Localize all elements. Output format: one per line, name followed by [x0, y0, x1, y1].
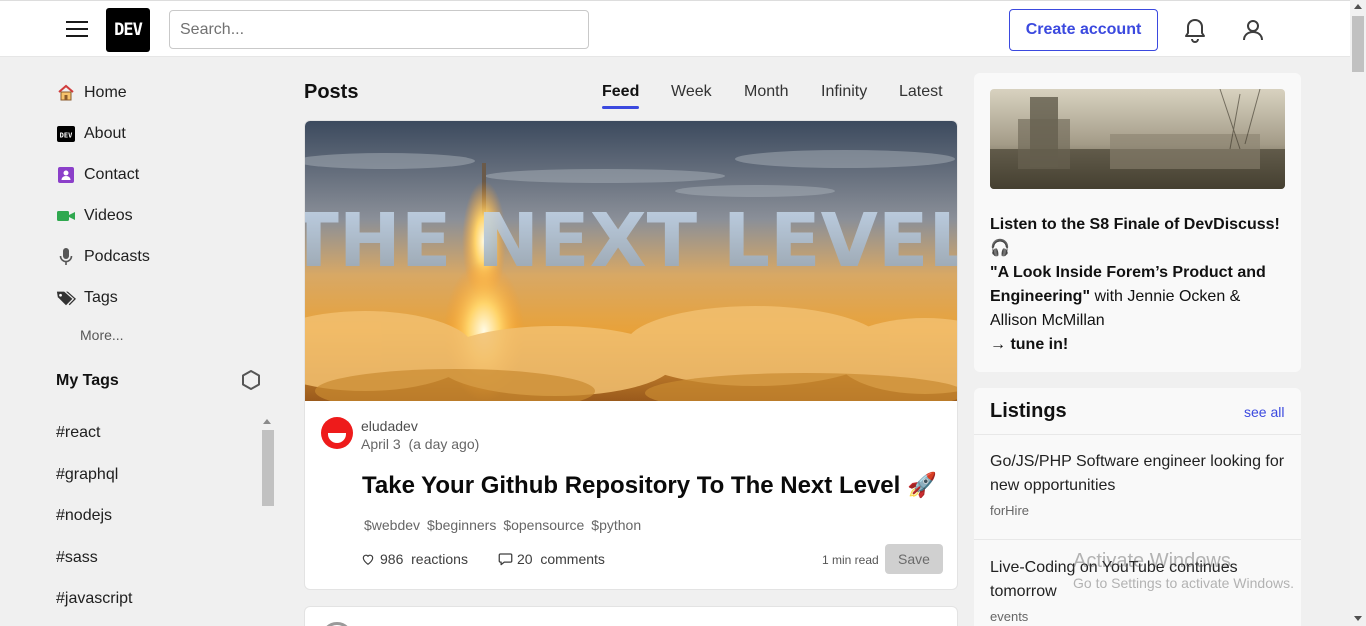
- post-tags: $webdev $beginners $opensource $python: [364, 517, 641, 533]
- heart-icon: [362, 554, 374, 565]
- post-tag[interactable]: $python: [591, 517, 641, 533]
- tab-infinity[interactable]: Infinity: [821, 83, 867, 101]
- author-avatar[interactable]: [321, 417, 353, 449]
- microphone-icon: [56, 247, 76, 267]
- tab-feed[interactable]: Feed: [602, 83, 640, 109]
- bell-icon[interactable]: [1179, 14, 1211, 46]
- promo-headline[interactable]: Listen to the S8 Finale of DevDiscuss!: [990, 216, 1280, 233]
- dev-logo-icon: DEV: [56, 124, 76, 144]
- video-camera-icon: [56, 206, 76, 226]
- svg-text:DEV: DEV: [60, 132, 73, 140]
- listing-category[interactable]: events: [990, 609, 1028, 624]
- comment-icon: [498, 553, 513, 566]
- house-icon: [56, 83, 76, 103]
- scroll-up-arrow-icon[interactable]: [1354, 4, 1362, 9]
- promo-card[interactable]: Listen to the S8 Finale of DevDiscuss! 🎧…: [974, 73, 1301, 372]
- listing-title[interactable]: Go/JS/PHP Software engineer looking for …: [990, 450, 1290, 498]
- search-input[interactable]: [169, 10, 589, 49]
- post-title[interactable]: Take Your Github Repository To The Next …: [362, 471, 937, 500]
- sidebar-item-label: Videos: [84, 207, 133, 224]
- tune-in-link[interactable]: → tune in!: [990, 336, 1068, 353]
- watermark-line2: Go to Settings to activate Windows.: [1073, 575, 1294, 591]
- tab-week[interactable]: Week: [671, 83, 712, 101]
- my-tags-heading: My Tags: [56, 372, 119, 389]
- tab-latest[interactable]: Latest: [899, 83, 943, 101]
- tab-month[interactable]: Month: [744, 83, 788, 101]
- sidebar-item-tags[interactable]: Tags: [56, 283, 118, 313]
- author-name[interactable]: eludadev: [361, 418, 418, 434]
- sidebar-item-label: Home: [84, 84, 127, 101]
- sidebar-item-videos[interactable]: Videos: [56, 201, 133, 231]
- sidebar-item-podcasts[interactable]: Podcasts: [56, 242, 150, 272]
- promo-text: Listen to the S8 Finale of DevDiscuss! 🎧…: [990, 213, 1290, 357]
- create-account-button[interactable]: Create account: [1009, 9, 1158, 51]
- windows-activation-watermark: Activate Windows Go to Settings to activ…: [1073, 550, 1294, 591]
- tag-item[interactable]: #nodejs: [56, 507, 112, 525]
- tags-icon: [56, 288, 76, 308]
- post-tag[interactable]: $webdev: [364, 517, 420, 533]
- contact-icon: [56, 165, 76, 185]
- top-header: DEV Create account: [0, 0, 1350, 57]
- reactions-link[interactable]: 986 reactions: [361, 551, 468, 567]
- hamburger-menu-icon[interactable]: [64, 17, 90, 41]
- post-date: April 3 (a day ago): [361, 436, 479, 452]
- post-tag[interactable]: $opensource: [503, 517, 584, 533]
- watermark-line1: Activate Windows: [1073, 550, 1231, 572]
- posts-heading: Posts: [304, 81, 359, 103]
- comments-link[interactable]: 20 comments: [498, 551, 605, 567]
- tags-scrollbar[interactable]: [261, 416, 274, 626]
- scroll-down-arrow-icon[interactable]: [1354, 616, 1362, 621]
- post-cover-image[interactable]: THE NEXT LEVEL: [305, 121, 958, 401]
- divider: [974, 434, 1301, 435]
- post-relative-date: (a day ago): [408, 436, 480, 452]
- listings-heading: Listings: [990, 400, 1067, 422]
- user-icon[interactable]: [1237, 14, 1269, 46]
- read-time: 1 min read: [822, 553, 879, 567]
- divider: [974, 539, 1301, 540]
- post-tag[interactable]: $beginners: [427, 517, 496, 533]
- dev-logo[interactable]: DEV: [106, 8, 150, 52]
- tag-item[interactable]: #javascript: [56, 590, 132, 608]
- reactions-count: 986: [380, 551, 404, 567]
- promo-image[interactable]: [990, 89, 1285, 189]
- next-post-card[interactable]: [304, 606, 958, 626]
- post-card[interactable]: THE NEXT LEVEL eludadev April 3 (a day a…: [304, 120, 958, 590]
- page-scrollbar[interactable]: [1350, 0, 1366, 626]
- reactions-label: reactions: [411, 551, 468, 567]
- hexagon-settings-icon[interactable]: [240, 369, 262, 391]
- sidebar-item-home[interactable]: Home: [56, 78, 127, 108]
- sidebar-item-label: Contact: [84, 166, 140, 183]
- sidebar-item-contact[interactable]: Contact: [56, 160, 139, 190]
- sidebar-item-label: Podcasts: [84, 248, 150, 265]
- listing-category[interactable]: forHire: [990, 503, 1029, 518]
- comments-label: comments: [540, 551, 605, 567]
- scrollbar-thumb[interactable]: [1352, 16, 1364, 72]
- tag-item[interactable]: #graphql: [56, 466, 118, 484]
- scrollbar-thumb[interactable]: [262, 430, 274, 506]
- sidebar-item-about[interactable]: DEV About: [56, 119, 126, 149]
- sidebar-item-label: Tags: [84, 289, 118, 306]
- tag-item[interactable]: #react: [56, 424, 100, 442]
- scroll-up-arrow-icon[interactable]: [263, 419, 271, 424]
- headphones-icon: 🎧: [990, 240, 1010, 257]
- more-link[interactable]: More...: [80, 327, 124, 343]
- tag-item[interactable]: #sass: [56, 549, 98, 567]
- sidebar-item-label: About: [84, 125, 126, 142]
- comments-count: 20: [517, 551, 533, 567]
- author-avatar[interactable]: [321, 622, 353, 626]
- post-date-value: April 3: [361, 436, 401, 452]
- save-button[interactable]: Save: [885, 544, 943, 574]
- see-all-link[interactable]: see all: [1244, 404, 1284, 420]
- cover-text: THE NEXT LEVEL: [305, 198, 958, 284]
